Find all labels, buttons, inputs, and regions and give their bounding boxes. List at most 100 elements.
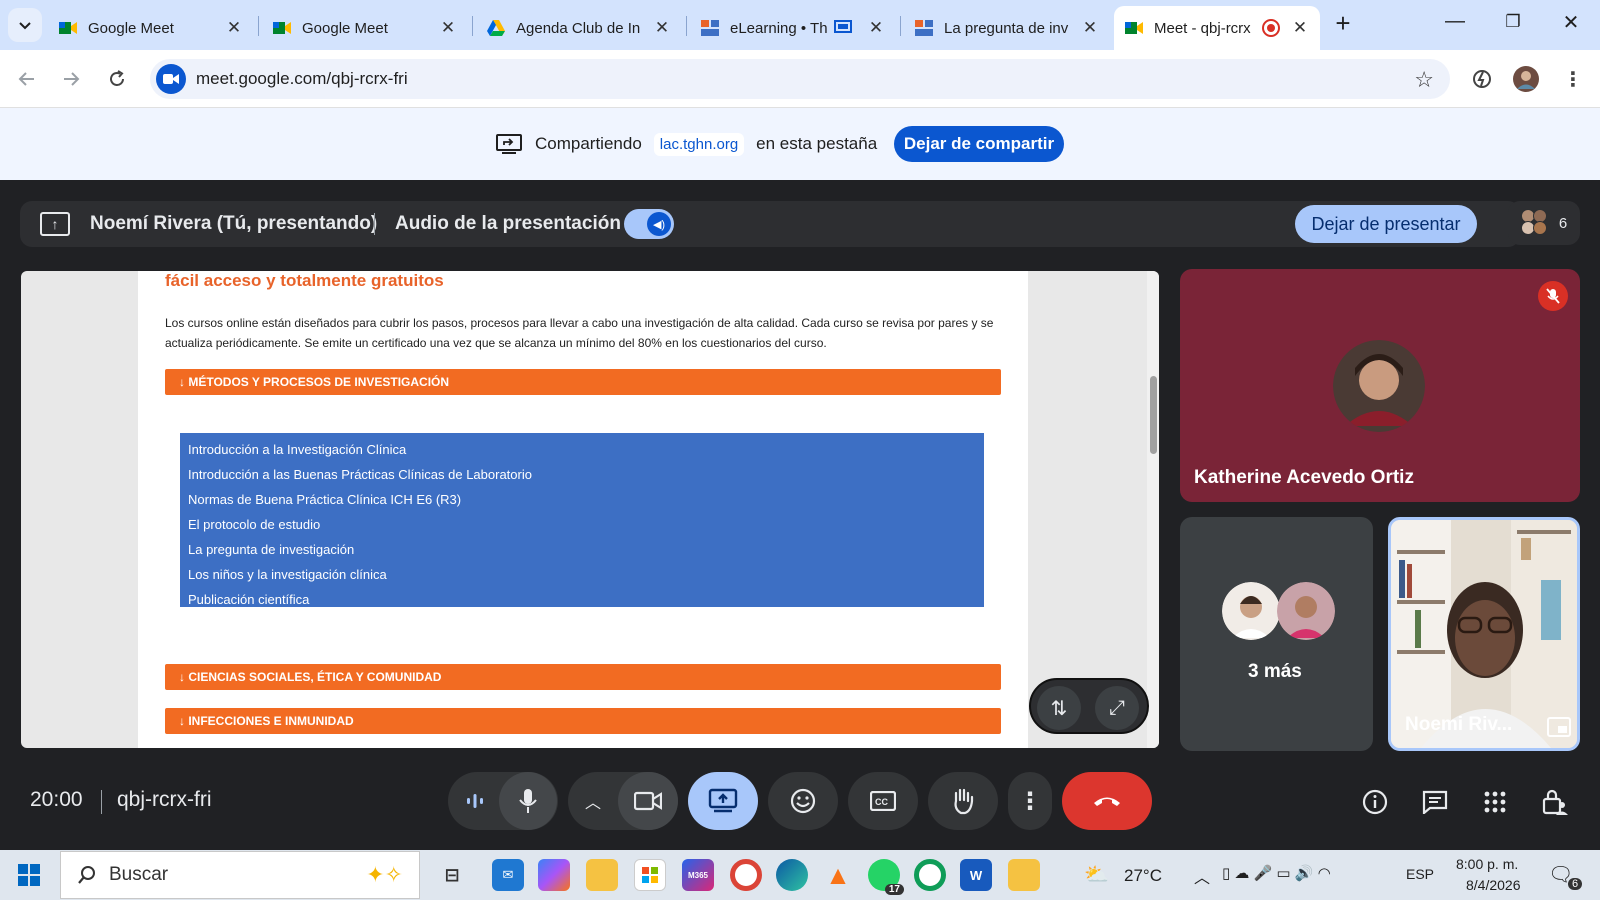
captions-button[interactable]: CC [848,772,918,830]
mail-icon[interactable]: ✉ [492,859,524,891]
meeting-clock: 20:00 [30,788,83,811]
tab-title: Agenda Club de In [516,19,641,37]
close-tab-icon[interactable]: ✕ [224,18,244,38]
back-button[interactable] [11,63,43,95]
sharing-suffix: en esta pestaña [756,134,878,153]
word-icon[interactable]: W [960,859,992,891]
site-info-icon[interactable] [156,64,186,94]
microsoft-store-icon[interactable] [634,859,666,891]
more-options-button[interactable]: ⋮ [1008,772,1052,830]
start-button[interactable] [18,864,40,886]
minimize-button[interactable]: — [1440,10,1470,33]
camera-options-button[interactable]: ︿ [568,772,618,830]
course-link[interactable]: Introducción a las Buenas Prácticas Clín… [188,462,976,487]
tab-search-button[interactable] [8,8,42,42]
restore-button[interactable]: ❐ [1498,12,1528,32]
course-link[interactable]: Los niños y la investigación clínica [188,562,976,587]
host-controls-button[interactable] [1538,785,1572,819]
keyboard-language[interactable]: ESP [1406,866,1434,882]
presentation-audio-toggle[interactable]: ◀) [624,209,674,239]
stop-sharing-button[interactable]: Dejar de compartir [894,126,1064,162]
tab-agenda-club[interactable]: Agenda Club de In ✕ [476,6,682,50]
section-ciencias-sociales[interactable]: ↓ CIENCIAS SOCIALES, ÉTICA Y COMUNIDAD [165,664,1001,690]
extensions-button[interactable] [1466,63,1498,95]
microphone-button[interactable] [499,772,557,830]
swap-layout-button[interactable]: ⇅ [1037,686,1081,730]
copilot-icon[interactable] [538,859,570,891]
tab-elearning[interactable]: eLearning • Th ✕ [690,6,896,50]
chrome-icon[interactable] [730,859,762,891]
chrome-profile-icon[interactable] [914,859,946,891]
m365-icon[interactable]: M365 [682,859,714,891]
tab-title: Meet - qbj-rcrx [1154,19,1251,37]
system-date[interactable]: 8/4/2026 [1466,877,1521,893]
reactions-button[interactable] [768,772,838,830]
weather-temperature[interactable]: 27°C [1124,866,1162,886]
address-bar[interactable]: meet.google.com/qbj-rcrx-fri ☆ [150,59,1450,99]
course-link[interactable]: La pregunta de investigación [188,537,976,562]
meeting-details-button[interactable] [1358,785,1392,819]
profile-avatar[interactable] [1510,63,1542,95]
stop-presenting-button[interactable]: Dejar de presentar [1295,205,1477,243]
section-infecciones[interactable]: ↓ INFECCIONES E INMUNIDAD [165,708,1001,734]
participant-tile-katherine[interactable]: Katherine Acevedo Ortiz [1180,269,1580,502]
course-link[interactable]: Normas de Buena Práctica Clínica ICH E6 … [188,487,976,512]
tray-app-icons[interactable]: ▯ ☁ 🎤 ▭ 🔊 ◠ [1222,864,1331,882]
whatsapp-icon[interactable]: 17 [868,859,904,895]
tab-title: La pregunta de inv [944,19,1069,37]
scrollbar-thumb[interactable] [1150,376,1157,454]
activities-button[interactable] [1478,785,1512,819]
self-view-tile[interactable]: Noemi Riv... [1388,517,1580,751]
section-metodos[interactable]: ↓ MÉTODOS Y PROCESOS DE INVESTIGACIÓN [165,369,1001,395]
new-tab-button[interactable]: + [1328,8,1358,39]
participants-button[interactable]: 6 [1508,201,1580,245]
pinned-folder-icon[interactable] [1008,859,1040,891]
page-scrollbar[interactable] [1147,271,1159,748]
vlc-icon[interactable]: ▲ [822,859,854,891]
url-text[interactable]: meet.google.com/qbj-rcrx-fri [196,69,408,89]
sharing-label: Compartiendo [535,134,642,153]
present-screen-button[interactable] [688,772,758,830]
edge-icon[interactable] [776,859,808,891]
course-link[interactable]: Introducción a la Investigación Clínica [188,437,976,462]
picture-in-picture-icon[interactable] [1547,717,1571,737]
audio-levels-icon [467,794,483,808]
close-tab-icon[interactable]: ✕ [1290,18,1310,38]
close-window-button[interactable]: ✕ [1556,10,1586,35]
taskbar-search[interactable]: Buscar ✦✧ [60,851,420,899]
tab-sharing-bar: Compartiendo lac.tghn.org en esta pestañ… [0,108,1600,180]
leave-call-button[interactable] [1062,772,1152,830]
reload-button[interactable] [101,63,133,95]
video-camera-icon [163,74,179,84]
forward-button[interactable] [55,63,87,95]
more-participants-label: 3 más [1248,661,1302,682]
meeting-code: qbj-rcrx-fri [117,788,212,811]
tab-la-pregunta[interactable]: La pregunta de inv ✕ [904,6,1110,50]
raise-hand-button[interactable] [928,772,998,830]
bookmark-star-icon[interactable]: ☆ [1414,67,1434,93]
system-time[interactable]: 8:00 p. m. [1456,856,1518,872]
tab-google-meet-2[interactable]: Google Meet ✕ [262,6,468,50]
close-tab-icon[interactable]: ✕ [866,18,886,38]
sites-icon [915,20,933,36]
chat-button[interactable] [1418,785,1452,819]
close-tab-icon[interactable]: ✕ [1080,18,1100,38]
file-explorer-icon[interactable] [586,859,618,891]
divider [374,213,375,235]
course-link[interactable]: Publicación científica [188,587,976,612]
course-link[interactable]: El protocolo de estudio [188,512,976,537]
tab-google-meet-1[interactable]: Google Meet ✕ [48,6,254,50]
shared-site-chip: lac.tghn.org [653,132,745,156]
more-participants-tile[interactable]: 3 más [1180,517,1373,751]
divider [101,790,102,814]
task-view-icon[interactable]: ⊟ [436,859,468,891]
camera-button[interactable] [618,772,678,830]
presenter-name: Noemí Rivera (Tú, presentando) [90,213,378,234]
fullscreen-button[interactable]: ⤢ [1095,686,1139,730]
browser-menu-button[interactable]: ⋮ [1557,63,1589,95]
tray-chevron-icon[interactable]: ︿ [1194,864,1210,888]
tab-meet-active[interactable]: Meet - qbj-rcrx ✕ [1114,6,1320,50]
chat-icon [1422,790,1448,814]
close-tab-icon[interactable]: ✕ [652,18,672,38]
close-tab-icon[interactable]: ✕ [438,18,458,38]
